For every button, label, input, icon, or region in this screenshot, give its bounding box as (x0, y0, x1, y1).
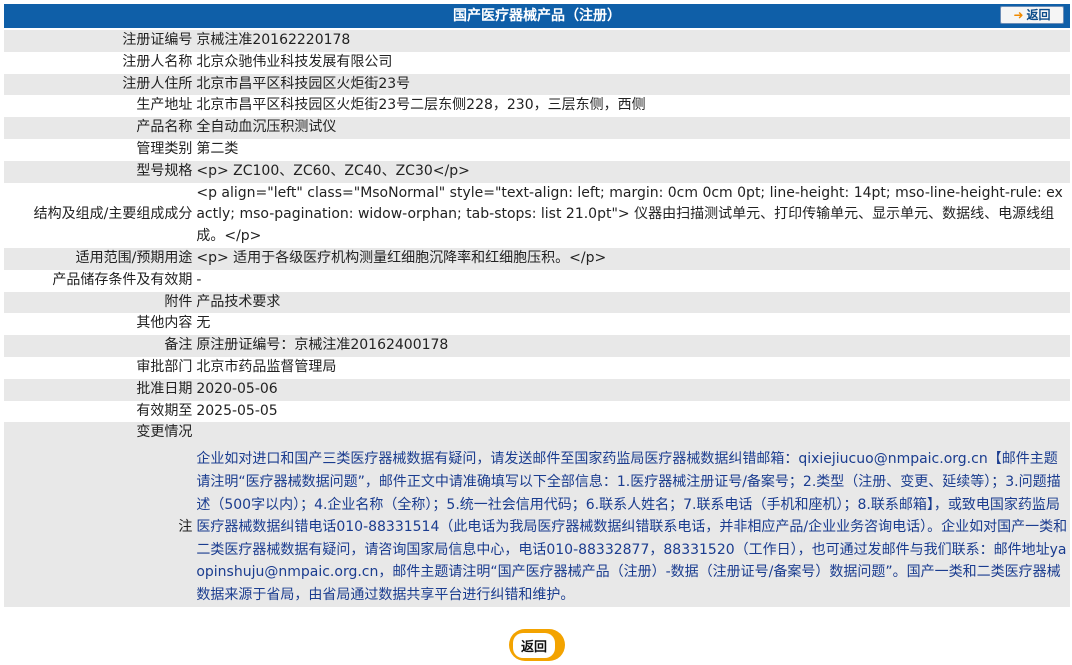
field-label: 变更情况 (4, 422, 195, 449)
field-value: <p align="left" class="MsoNormal" style=… (196, 184, 1063, 245)
field-label: 注册人住所 (4, 73, 195, 96)
field-value (194, 422, 1070, 449)
table-row: 注册人住所 北京市昌平区科技园区火炬街23号 (4, 73, 1070, 96)
table-row: 型号规格 <p> ZC100、ZC60、ZC40、ZC30</p> (4, 160, 1070, 183)
field-value: 北京市昌平区科技园区火炬街23号 (194, 73, 1070, 96)
note-text: 企业如对进口和国产三类医疗器械数据有疑问，请发送邮件至国家药监局医疗器械数据纠错… (194, 448, 1070, 607)
field-label: 结构及组成/主要组成成分 (33, 206, 193, 223)
table-row: 审批部门 北京市药品监督管理局 (4, 357, 1070, 379)
page-header: 国产医疗器械产品（注册） ➜ 返回 (4, 4, 1070, 28)
table-row: 附件 产品技术要求 (4, 291, 1070, 314)
field-value: 京械注准20162220178 (194, 30, 1070, 52)
table-row: 适用范围/预期用途 <p> 适用于各级医疗机构测量红细胞沉降率和红细胞压积。</… (4, 247, 1070, 270)
table-row: 其他内容 无 (4, 313, 1070, 335)
table-row: 产品储存条件及有效期 - (4, 270, 1070, 292)
back-button-bottom-label: 返回 (512, 632, 555, 658)
table-row: 管理类别 第二类 (4, 139, 1070, 161)
field-value: <p> ZC100、ZC60、ZC40、ZC30</p> (194, 160, 1070, 183)
field-label: 型号规格 (4, 160, 195, 183)
table-row: 备注 原注册证编号：京械注准20162400178 (4, 335, 1070, 357)
field-value: 北京众驰伟业科技发展有限公司 (196, 53, 393, 70)
table-row: 生产地址 北京市昌平区科技园区火炬街23号二层东侧228，230，三层东侧，西侧 (4, 95, 1070, 117)
field-value: 产品技术要求 (194, 291, 1070, 314)
field-value: <p> 适用于各级医疗机构测量红细胞沉降率和红细胞压积。</p> (194, 247, 1070, 270)
table-row: 注册证编号 京械注准20162220178 (4, 30, 1070, 52)
back-button-top[interactable]: ➜ 返回 (1000, 6, 1064, 24)
field-label: 批准日期 (4, 378, 195, 401)
page-title: 国产医疗器械产品（注册） (453, 8, 621, 24)
table-row-changes: 变更情况 (4, 422, 1070, 449)
field-label: 注 (4, 448, 195, 607)
field-value: 全自动血沉压积测试仪 (194, 117, 1070, 139)
field-value: 原注册证编号：京械注准20162400178 (194, 335, 1070, 357)
field-label: 注册人名称 (122, 53, 193, 70)
field-label: 备注 (4, 335, 195, 357)
field-label: 适用范围/预期用途 (4, 247, 195, 270)
back-button-bottom[interactable]: 返回 (509, 629, 565, 661)
table-row: 产品名称 全自动血沉压积测试仪 (4, 117, 1070, 139)
field-label: 审批部门 (136, 358, 193, 375)
field-label: 附件 (4, 291, 195, 314)
field-label: 有效期至 (136, 402, 193, 419)
field-label: 生产地址 (136, 97, 193, 114)
field-label: 其他内容 (136, 315, 193, 332)
table-row: 注册人名称 北京众驰伟业科技发展有限公司 (4, 52, 1070, 74)
field-value: 2020-05-06 (194, 378, 1070, 401)
field-value: 2025-05-05 (196, 402, 278, 419)
table-row: 结构及组成/主要组成成分 <p align="left" class="MsoN… (4, 183, 1070, 248)
field-label: 注册证编号 (4, 30, 195, 52)
detail-table: 注册证编号 京械注准20162220178 注册人名称 北京众驰伟业科技发展有限… (4, 30, 1070, 607)
back-button-label: 返回 (1026, 8, 1051, 22)
table-row: 批准日期 2020-05-06 (4, 378, 1070, 401)
table-row-note: 注 企业如对进口和国产三类医疗器械数据有疑问，请发送邮件至国家药监局医疗器械数据… (4, 448, 1070, 607)
field-value: 无 (196, 315, 211, 332)
field-value: - (196, 271, 202, 288)
field-label: 产品名称 (4, 117, 195, 139)
field-label: 产品储存条件及有效期 (52, 271, 193, 288)
field-label: 管理类别 (136, 140, 193, 157)
arrow-right-icon: ➜ (1013, 8, 1024, 22)
field-value: 北京市药品监督管理局 (196, 358, 337, 375)
field-value: 北京市昌平区科技园区火炬街23号二层东侧228，230，三层东侧，西侧 (196, 97, 646, 114)
table-row: 有效期至 2025-05-05 (4, 401, 1070, 423)
field-value: 第二类 (196, 140, 239, 157)
